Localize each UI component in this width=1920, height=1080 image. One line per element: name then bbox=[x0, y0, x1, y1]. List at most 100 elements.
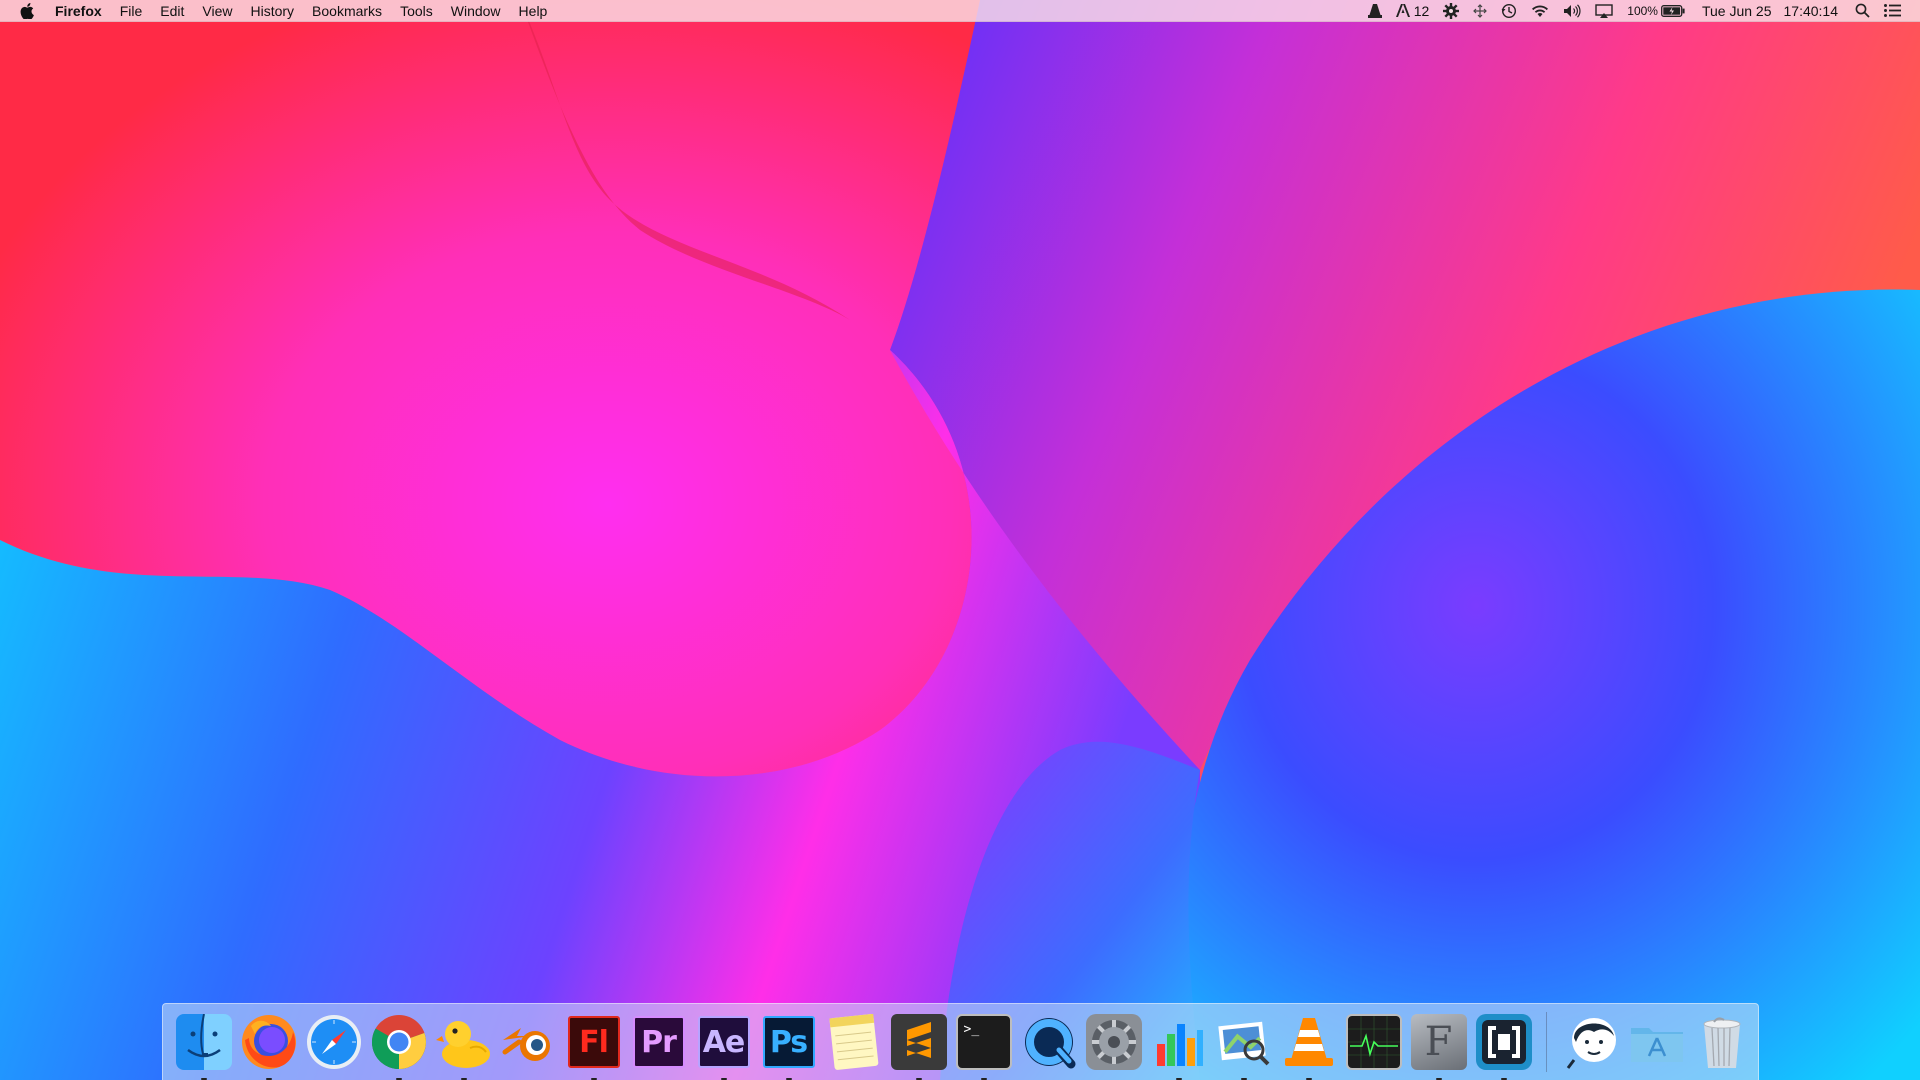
brackets-icon bbox=[1475, 1014, 1532, 1070]
menu-history[interactable]: History bbox=[241, 0, 303, 22]
running-indicator bbox=[590, 1077, 597, 1080]
running-indicator bbox=[1435, 1077, 1442, 1080]
finder-icon bbox=[175, 1014, 232, 1070]
photoshop-icon-label: Ps bbox=[769, 1024, 808, 1060]
dock-item-user[interactable] bbox=[1559, 1004, 1624, 1080]
fontlab-icon-label: F bbox=[1424, 1019, 1453, 1065]
menu-help[interactable]: Help bbox=[510, 0, 557, 22]
time-machine-icon[interactable] bbox=[1494, 3, 1524, 19]
dock-item-safari[interactable] bbox=[301, 1004, 366, 1080]
adobe-count: 12 bbox=[1413, 2, 1430, 19]
notification-center-icon[interactable] bbox=[1877, 4, 1908, 17]
notes-icon bbox=[826, 1014, 882, 1070]
applications-folder-icon bbox=[1629, 1014, 1685, 1070]
after-effects-icon: Ae bbox=[697, 1016, 750, 1068]
menu-bar-left: Firefox File Edit View History Bookmarks… bbox=[0, 0, 556, 22]
running-indicator bbox=[720, 1077, 727, 1080]
clock-time: 17:40:14 bbox=[1783, 2, 1839, 19]
dock-item-applications-folder[interactable] bbox=[1624, 1004, 1689, 1080]
activity-monitor-icon bbox=[1345, 1014, 1402, 1070]
running-indicator bbox=[460, 1077, 467, 1080]
running-indicator bbox=[1305, 1077, 1312, 1080]
battery-percent: 100% bbox=[1627, 3, 1658, 18]
terminal-icon: >_ bbox=[955, 1014, 1012, 1070]
clock-date: Tue Jun 25 bbox=[1701, 2, 1772, 19]
dock-item-after-effects[interactable]: Ae bbox=[691, 1004, 756, 1080]
menu-bar: Firefox File Edit View History Bookmarks… bbox=[0, 0, 1920, 22]
photoshop-icon: Ps bbox=[762, 1016, 815, 1068]
dock-item-brackets[interactable] bbox=[1471, 1004, 1536, 1080]
running-indicator bbox=[980, 1077, 987, 1080]
vlc-status-icon[interactable] bbox=[1361, 3, 1389, 18]
firefox-icon bbox=[241, 1014, 297, 1070]
battery-status[interactable]: 100% bbox=[1620, 0, 1692, 22]
clock[interactable]: Tue Jun 25 17:40:14 bbox=[1692, 0, 1848, 22]
blender-icon bbox=[501, 1014, 557, 1070]
running-indicator bbox=[1175, 1077, 1182, 1080]
menu-bar-status: 12 100% Tue Jun 25 17:40:14 bbox=[1361, 0, 1920, 22]
running-indicator bbox=[200, 1077, 207, 1080]
dock-item-trash[interactable] bbox=[1689, 1004, 1754, 1080]
dock-item-notes[interactable] bbox=[821, 1004, 886, 1080]
desktop-wallpaper[interactable] bbox=[0, 0, 1920, 1080]
menu-file[interactable]: File bbox=[111, 0, 152, 22]
menu-window[interactable]: Window bbox=[442, 0, 510, 22]
volume-icon[interactable] bbox=[1556, 3, 1588, 18]
running-indicator bbox=[915, 1077, 922, 1080]
fontlab-icon: F bbox=[1410, 1014, 1467, 1070]
menu-edit[interactable]: Edit bbox=[151, 0, 193, 22]
dock-item-vlc[interactable] bbox=[1276, 1004, 1341, 1080]
flash-icon-label: Fl bbox=[579, 1024, 609, 1060]
dock-item-quicktime[interactable] bbox=[1016, 1004, 1081, 1080]
dock-item-system-preferences[interactable] bbox=[1081, 1004, 1146, 1080]
running-indicator bbox=[1500, 1077, 1507, 1080]
gear-status-icon[interactable] bbox=[1436, 2, 1466, 19]
dock-item-sublime-text[interactable] bbox=[886, 1004, 951, 1080]
battery-icon bbox=[1661, 4, 1685, 17]
dock-item-activity-monitor[interactable] bbox=[1341, 1004, 1406, 1080]
premiere-icon: Pr bbox=[632, 1016, 685, 1068]
terminal-prompt: >_ bbox=[963, 1022, 980, 1037]
vlc-icon bbox=[1281, 1014, 1337, 1070]
cyberduck-icon bbox=[435, 1014, 492, 1070]
menu-tools[interactable]: Tools bbox=[391, 0, 442, 22]
adobe-icon bbox=[1395, 4, 1410, 17]
quicktime-icon bbox=[1021, 1014, 1077, 1070]
running-indicator bbox=[395, 1077, 402, 1080]
wifi-icon[interactable] bbox=[1524, 4, 1556, 18]
dock-item-fontlab[interactable]: F bbox=[1406, 1004, 1471, 1080]
dock-item-numbers[interactable] bbox=[1146, 1004, 1211, 1080]
trash-icon bbox=[1694, 1014, 1750, 1070]
apple-icon[interactable] bbox=[20, 2, 36, 20]
menu-bookmarks[interactable]: Bookmarks bbox=[303, 0, 391, 22]
dock: Fl Pr Ae Ps >_ F bbox=[162, 1003, 1759, 1080]
menu-app-name[interactable]: Firefox bbox=[55, 0, 111, 22]
bluetooth-move-icon[interactable] bbox=[1466, 3, 1494, 18]
preview-icon bbox=[1216, 1014, 1272, 1070]
sublime-text-icon bbox=[890, 1014, 947, 1070]
spotlight-search-icon[interactable] bbox=[1848, 3, 1877, 18]
user-avatar-icon bbox=[1564, 1014, 1620, 1070]
running-indicator bbox=[1240, 1077, 1247, 1080]
premiere-icon-label: Pr bbox=[641, 1024, 677, 1060]
airplay-icon[interactable] bbox=[1588, 3, 1620, 18]
dock-item-flash[interactable]: Fl bbox=[561, 1004, 626, 1080]
dock-item-finder[interactable] bbox=[171, 1004, 236, 1080]
dock-separator bbox=[1546, 1012, 1547, 1072]
after-effects-icon-label: Ae bbox=[702, 1024, 746, 1060]
dock-item-chrome[interactable] bbox=[366, 1004, 431, 1080]
dock-item-premiere[interactable]: Pr bbox=[626, 1004, 691, 1080]
numbers-icon bbox=[1151, 1014, 1207, 1070]
safari-icon bbox=[306, 1014, 362, 1070]
dock-item-firefox[interactable] bbox=[236, 1004, 301, 1080]
chrome-icon bbox=[371, 1014, 427, 1070]
dock-item-terminal[interactable]: >_ bbox=[951, 1004, 1016, 1080]
dock-item-photoshop[interactable]: Ps bbox=[756, 1004, 821, 1080]
dock-item-preview[interactable] bbox=[1211, 1004, 1276, 1080]
system-preferences-icon bbox=[1085, 1014, 1142, 1070]
dock-item-blender[interactable] bbox=[496, 1004, 561, 1080]
menu-view[interactable]: View bbox=[193, 0, 241, 22]
flash-icon: Fl bbox=[567, 1016, 620, 1068]
dock-item-cyberduck[interactable] bbox=[431, 1004, 496, 1080]
adobe-status[interactable]: 12 bbox=[1389, 0, 1437, 22]
